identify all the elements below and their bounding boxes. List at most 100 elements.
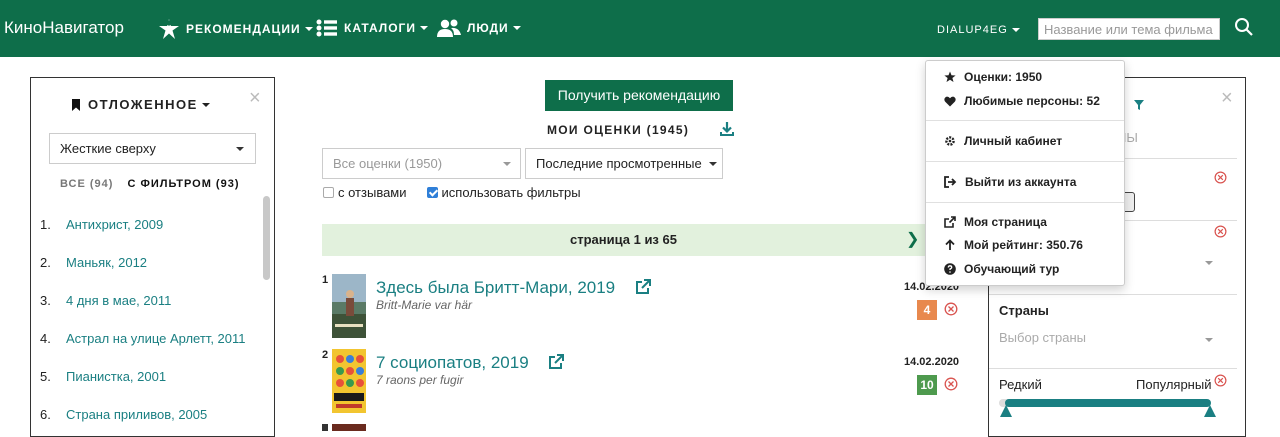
remove-circle-icon [1214, 374, 1227, 387]
pagination-bar: страница 1 из 65 ❯ [322, 224, 925, 256]
list-item-number: 6. [40, 406, 51, 422]
list-icon [316, 19, 337, 37]
chevron-down-icon [419, 26, 428, 30]
ratings-filter-value: Все оценки (1950) [333, 156, 443, 171]
divider [926, 120, 1124, 121]
chevron-down-icon [512, 26, 521, 30]
delete-rating-button[interactable] [944, 302, 958, 321]
chevron-down-icon[interactable] [1205, 261, 1213, 265]
film-poster[interactable] [332, 349, 366, 413]
search-input[interactable] [1038, 18, 1220, 40]
remove-circle-icon [944, 377, 958, 391]
bookmark-icon [72, 98, 80, 111]
film-poster[interactable] [332, 274, 366, 338]
star-icon [944, 71, 956, 82]
close-icon[interactable]: × [249, 87, 261, 110]
list-item-link[interactable]: Пианистка, 2001 [66, 369, 166, 384]
scrollbar-thumb[interactable] [263, 196, 270, 280]
film-original-title: 7 raons per fugir [376, 373, 464, 387]
chevron-down-icon [1011, 28, 1020, 33]
list-item: 1. Антихрист, 2009 [40, 205, 260, 243]
tab-with-filter[interactable]: С ФИЛЬТРОМ (93) [127, 178, 239, 190]
sort-select[interactable]: Жесткие сверху [49, 133, 256, 164]
use-filters-checkbox[interactable]: использовать фильтры [426, 185, 581, 200]
external-link-icon [944, 216, 956, 228]
menu-item-ratings[interactable]: Оценки: 1950 [944, 70, 1042, 84]
menu-item-logout[interactable]: Выйти из аккаунта [944, 175, 1076, 189]
reviews-checkbox[interactable]: с отзывами [323, 185, 407, 200]
divider [989, 294, 1237, 295]
menu-my-page-label: Моя страница [964, 215, 1047, 229]
use-filters-checkbox-label: использовать фильтры [441, 185, 581, 200]
slider-handle-max[interactable] [1204, 405, 1216, 417]
rated-film-row [322, 424, 962, 431]
list-item-number: 4. [40, 330, 51, 346]
search-button[interactable] [1234, 17, 1254, 42]
gear-icon [945, 136, 955, 146]
list-item-number: 5. [40, 368, 51, 384]
top-navbar: КиноНавигатор РЕКОМЕНДАЦИИ КАТАЛОГИ ЛЮДИ… [0, 0, 1280, 57]
clear-filter-button[interactable] [1214, 374, 1227, 392]
download-icon [720, 122, 734, 136]
list-item-number: 2. [40, 254, 51, 270]
film-original-title: Britt-Marie var här [376, 298, 473, 312]
order-select[interactable]: Последние просмотренные [525, 148, 723, 179]
menu-tour-label: Обучающий тур [964, 262, 1060, 276]
list-item-link[interactable]: Астрал на улице Арлетт, 2011 [66, 331, 246, 346]
film-index: 2 [322, 349, 329, 361]
nav-catalogs[interactable]: КАТАЛОГИ [316, 18, 428, 38]
country-select[interactable]: Выбор страны [999, 330, 1086, 345]
chevron-down-icon[interactable] [1205, 338, 1213, 342]
menu-item-account[interactable]: Личный кабинет [944, 134, 1062, 148]
film-index: 1 [322, 274, 329, 286]
nav-people[interactable]: ЛЮДИ [437, 18, 521, 38]
user-dropdown-menu: Оценки: 1950 Любимые персоны: 52 Личный … [925, 60, 1125, 286]
get-recommendation-button[interactable]: Получить рекомендацию [545, 80, 733, 111]
clear-filter-button[interactable] [1214, 225, 1227, 243]
user-menu-toggle[interactable]: DIALUP4EG [937, 24, 1020, 36]
checkbox-unchecked[interactable] [323, 187, 334, 198]
next-page-icon[interactable]: ❯ [906, 224, 919, 256]
list-item: 5. Пианистка, 2001 [40, 357, 260, 395]
list-item-link[interactable]: Маньяк, 2012 [66, 255, 147, 270]
rated-film-row: 2 7 социопатов, 2019 7 raons per fugir 1… [322, 349, 962, 413]
sort-value: Жесткие сверху [60, 141, 156, 156]
nav-people-label: ЛЮДИ [467, 21, 509, 35]
menu-item-my-page[interactable]: Моя страница [944, 215, 1047, 229]
popularity-slider-range[interactable] [1005, 399, 1211, 407]
score-badge[interactable]: 10 [917, 375, 937, 395]
list-item-link[interactable]: Антихрист, 2009 [66, 217, 163, 232]
close-icon[interactable]: × [1221, 87, 1233, 110]
slider-handle-min[interactable] [1000, 405, 1012, 417]
open-external-button[interactable] [635, 278, 652, 300]
brand-logo[interactable]: КиноНавигатор [4, 18, 124, 38]
film-poster[interactable] [332, 424, 366, 431]
film-title-link[interactable]: Здесь была Бритт-Мари, 2019 [376, 278, 615, 298]
tab-all[interactable]: ВСЕ (94) [60, 178, 113, 190]
ratings-filter-select[interactable]: Все оценки (1950) [322, 148, 521, 179]
list-item: 4. Астрал на улице Арлетт, 2011 [40, 319, 260, 357]
deferred-list: 1. Антихрист, 2009 2. Маньяк, 2012 3. 4 дня… [40, 205, 260, 433]
username: DIALUP4EG [937, 24, 1008, 36]
menu-item-my-rating[interactable]: Мой рейтинг: 350.76 [944, 238, 1083, 252]
deferred-panel-title[interactable]: ОТЛОЖЕННОЕ [71, 97, 210, 112]
divider [926, 161, 1124, 162]
divider [989, 368, 1237, 369]
menu-item-tour[interactable]: Обучающий тур [944, 262, 1059, 276]
open-external-button[interactable] [548, 353, 565, 375]
delete-rating-button[interactable] [944, 377, 958, 396]
heart-icon [944, 96, 956, 106]
list-item-link[interactable]: Страна приливов, 2005 [66, 407, 207, 422]
list-item-number: 1. [40, 216, 51, 232]
clear-filter-button[interactable] [1214, 171, 1227, 189]
score-badge[interactable]: 4 [917, 300, 937, 320]
menu-item-favorite-persons[interactable]: Любимые персоны: 52 [944, 94, 1100, 108]
checkbox-checked[interactable] [426, 187, 438, 198]
rare-label: Редкий [999, 377, 1042, 392]
download-button[interactable] [719, 121, 735, 142]
order-value: Последние просмотренные [536, 156, 702, 171]
list-item-link[interactable]: 4 дня в мае, 2011 [66, 293, 171, 308]
film-title-link[interactable]: 7 социопатов, 2019 [376, 353, 529, 373]
rating-date: 14.02.2020 [904, 356, 960, 368]
nav-recommendations[interactable]: РЕКОМЕНДАЦИИ [158, 18, 313, 40]
